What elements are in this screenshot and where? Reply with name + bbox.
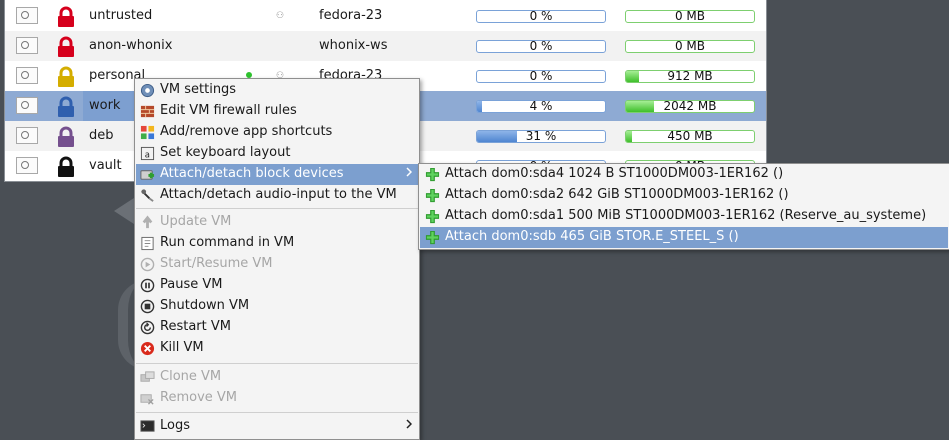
- memory-usage-bar: 2042 MB: [625, 100, 755, 113]
- cpu-usage-bar: 0 %: [476, 40, 606, 53]
- plus-icon: [425, 188, 440, 203]
- block-devices-submenu: Attach dom0:sda4 1024 B ST1000DM003-1ER1…: [418, 163, 949, 250]
- vm-name: work: [89, 98, 121, 113]
- menu-item-shutdown-vm[interactable]: Shutdown VM: [136, 296, 418, 317]
- menu-item-vm-settings[interactable]: VM settings: [136, 80, 418, 101]
- vm-name: vault: [89, 158, 122, 173]
- menu-separator: [136, 363, 418, 364]
- vm-name: anon-whonix: [89, 38, 173, 53]
- lock-icon: [58, 6, 74, 27]
- memory-usage-bar: 450 MB: [625, 130, 755, 143]
- clone-icon: [140, 371, 155, 382]
- run-command-icon: [141, 236, 154, 251]
- submenu-item-attach-sda1[interactable]: Attach dom0:sda1 500 MiB ST1000DM003-1ER…: [420, 206, 948, 227]
- vm-name: deb: [89, 128, 114, 143]
- memory-usage-bar: 912 MB: [625, 70, 755, 83]
- lock-icon: [58, 36, 74, 57]
- submenu-item-attach-sda2[interactable]: Attach dom0:sda2 642 GiB ST1000DM003-1ER…: [420, 185, 948, 206]
- menu-item-logs[interactable]: Logs: [136, 416, 418, 437]
- submenu-item-attach-sda4[interactable]: Attach dom0:sda4 1024 B ST1000DM003-1ER1…: [420, 164, 948, 185]
- menu-separator: [136, 412, 418, 413]
- settings-icon: [140, 83, 155, 98]
- menu-item-block-devices[interactable]: Attach/detach block devices: [136, 164, 418, 185]
- vm-thumbnail-icon[interactable]: [16, 37, 38, 54]
- plus-icon: [425, 167, 440, 182]
- desktop-decoration: [114, 198, 134, 224]
- restart-icon: [140, 320, 155, 335]
- vm-name: untrusted: [89, 8, 153, 23]
- kill-icon: [140, 341, 155, 356]
- lock-icon: [58, 156, 74, 177]
- cpu-usage-bar: 0 %: [476, 10, 606, 23]
- shortcuts-icon: [140, 125, 155, 140]
- block-device-icon: [140, 170, 155, 180]
- firewall-icon: [140, 105, 155, 118]
- lock-icon: [58, 126, 74, 147]
- vm-row[interactable]: untrusted ⚇ fedora-23 0 % 0 MB: [5, 1, 766, 31]
- menu-item-start-resume[interactable]: Start/Resume VM: [136, 254, 418, 275]
- chevron-right-icon: [406, 167, 412, 177]
- lock-icon: [58, 66, 74, 87]
- menu-item-app-shortcuts[interactable]: Add/remove app shortcuts: [136, 122, 418, 143]
- menu-item-clone-vm[interactable]: Clone VM: [136, 367, 418, 388]
- cpu-usage-bar: 0 %: [476, 70, 606, 83]
- menu-item-pause-vm[interactable]: Pause VM: [136, 275, 418, 296]
- cpu-usage-bar: 4 %: [476, 100, 606, 113]
- menu-item-restart-vm[interactable]: Restart VM: [136, 317, 418, 338]
- play-icon: [140, 257, 155, 272]
- memory-usage-bar: 0 MB: [625, 40, 755, 53]
- menu-item-keyboard-layout[interactable]: a Set keyboard layout: [136, 143, 418, 164]
- pause-icon: [140, 278, 155, 293]
- menu-item-run-command[interactable]: Run command in VM: [136, 233, 418, 254]
- microphone-icon: [141, 189, 154, 202]
- vm-thumbnail-icon[interactable]: [16, 127, 38, 144]
- vm-context-menu: VM settings Edit VM firewall rules Add/r…: [134, 78, 420, 440]
- vm-template: fedora-23: [319, 8, 383, 23]
- vm-thumbnail-icon[interactable]: [16, 157, 38, 174]
- menu-item-remove-vm[interactable]: Remove VM: [136, 388, 418, 409]
- vm-row[interactable]: anon-whonix whonix-ws 0 % 0 MB: [5, 31, 766, 61]
- menu-item-audio-input[interactable]: Attach/detach audio-input to the VM: [136, 185, 418, 206]
- cpu-usage-bar: 31 %: [476, 130, 606, 143]
- plus-icon: [425, 230, 440, 245]
- memory-usage-bar: 0 MB: [625, 10, 755, 23]
- vm-thumbnail-icon[interactable]: [16, 97, 38, 114]
- submenu-item-attach-sdb[interactable]: Attach dom0:sdb 465 GiB STOR.E_STEEL_S (…: [420, 227, 948, 248]
- network-icon: ⚇: [276, 11, 285, 21]
- svg-text:a: a: [145, 149, 150, 159]
- stop-icon: [140, 299, 155, 314]
- keyboard-icon: a: [140, 146, 155, 161]
- menu-separator: [136, 208, 418, 209]
- menu-item-kill-vm[interactable]: Kill VM: [136, 338, 418, 359]
- plus-icon: [425, 209, 440, 224]
- update-icon: [142, 215, 153, 229]
- vm-template: whonix-ws: [319, 38, 388, 53]
- lock-icon: [58, 96, 74, 117]
- chevron-right-icon: [406, 419, 412, 429]
- logs-icon: [140, 420, 155, 432]
- vm-thumbnail-icon[interactable]: [16, 67, 38, 84]
- menu-item-edit-firewall[interactable]: Edit VM firewall rules: [136, 101, 418, 122]
- remove-icon: [140, 394, 154, 405]
- menu-item-update-vm[interactable]: Update VM: [136, 212, 418, 233]
- vm-thumbnail-icon[interactable]: [16, 7, 38, 24]
